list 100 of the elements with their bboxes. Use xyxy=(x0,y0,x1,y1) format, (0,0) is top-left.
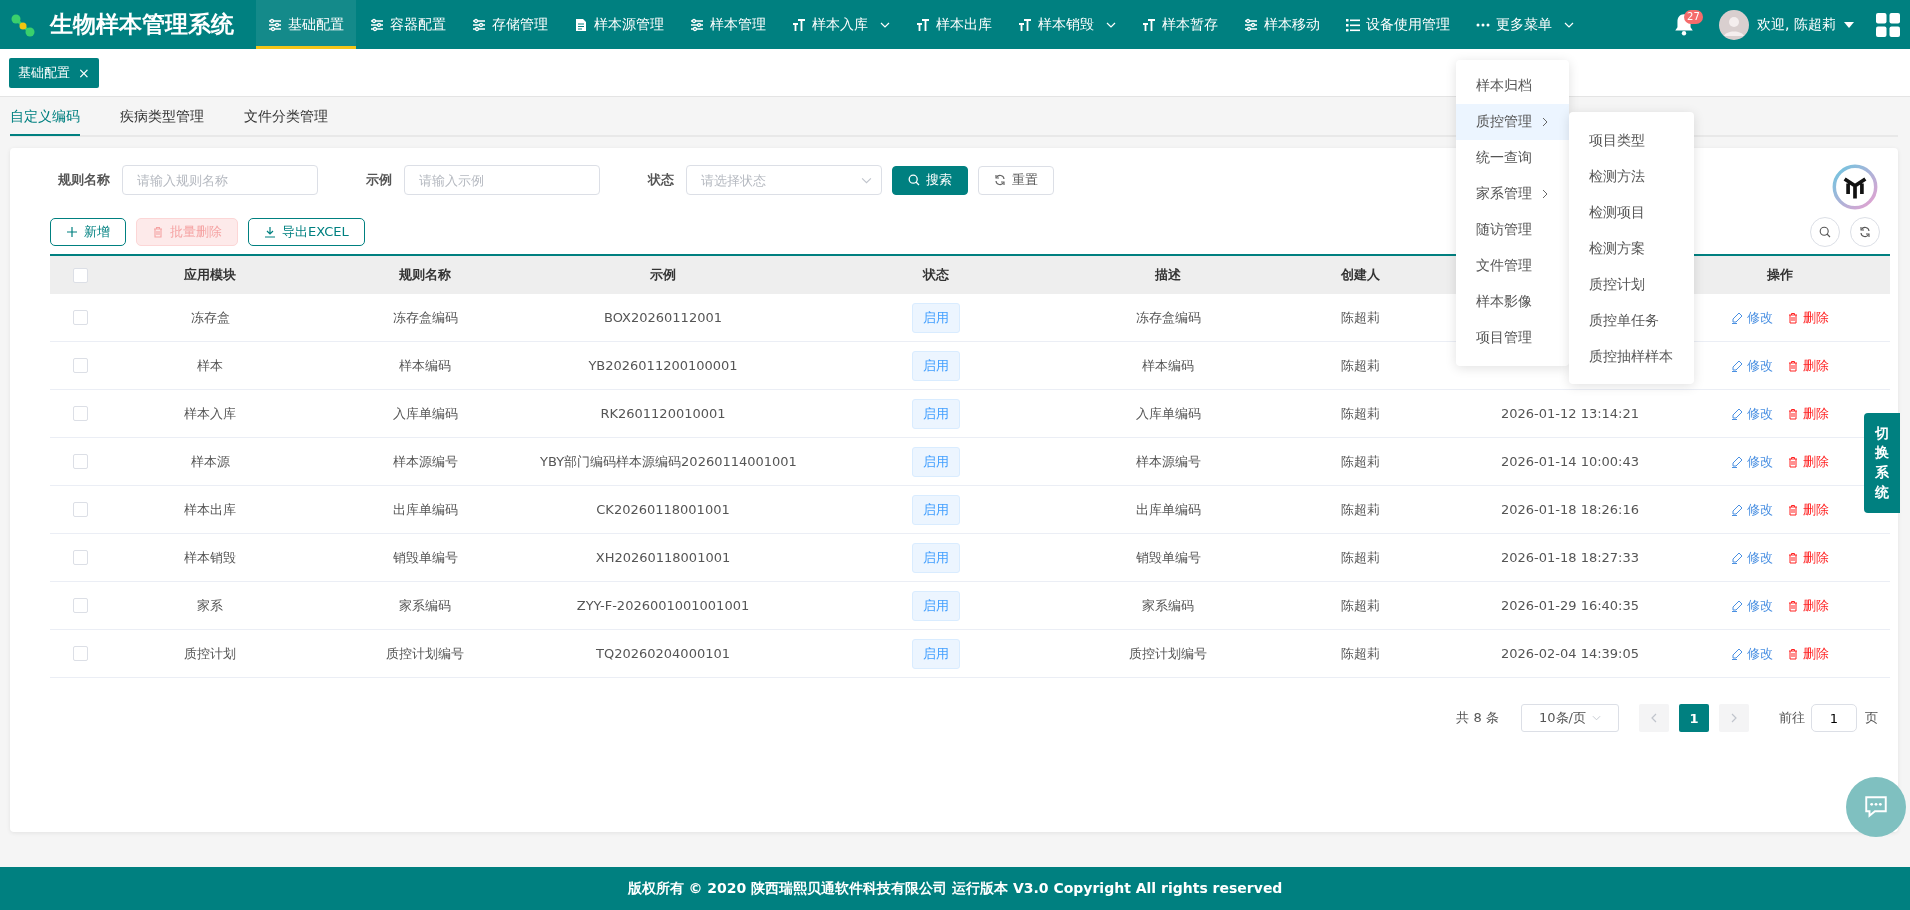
nav-item[interactable]: 样本移动 xyxy=(1232,0,1332,49)
edit-link[interactable]: 修改 xyxy=(1731,644,1773,663)
nav-item[interactable]: 设备使用管理 xyxy=(1334,0,1462,49)
chat-button[interactable] xyxy=(1846,777,1906,837)
open-page-tab[interactable]: 基础配置 × xyxy=(9,57,99,88)
column-header: 操作 xyxy=(1767,267,1793,282)
status-tag: 启用 xyxy=(912,638,960,669)
table-cell: 陈超莉 xyxy=(1340,309,1380,325)
sub-tab[interactable]: 疾病类型管理 xyxy=(120,98,204,136)
select-all-checkbox[interactable] xyxy=(72,267,88,283)
edit-link[interactable]: 修改 xyxy=(1731,356,1773,375)
next-page-button[interactable] xyxy=(1719,704,1749,732)
nav-item[interactable]: 更多菜单 xyxy=(1464,0,1586,49)
refresh-icon xyxy=(1859,226,1871,238)
menu-item[interactable]: 质控管理 xyxy=(1456,104,1569,140)
nav-item[interactable]: 样本暂存 xyxy=(1130,0,1230,49)
submenu-item[interactable]: 检测项目 xyxy=(1569,194,1694,230)
edit-link[interactable]: 修改 xyxy=(1731,596,1773,615)
delete-link[interactable]: 删除 xyxy=(1787,596,1829,615)
input-field[interactable]: 请输入示例 xyxy=(404,165,600,195)
table-cell: 陈超莉 xyxy=(1340,645,1380,661)
menu-item[interactable]: 样本影像 xyxy=(1456,284,1569,320)
menu-item[interactable]: 项目管理 xyxy=(1456,320,1569,356)
pencil-icon xyxy=(1731,359,1743,372)
y-logo-icon[interactable] xyxy=(1832,164,1878,210)
menu-item[interactable]: 样本归档 xyxy=(1456,68,1569,104)
delete-link[interactable]: 删除 xyxy=(1787,356,1829,375)
delete-link[interactable]: 删除 xyxy=(1787,452,1829,471)
status-tag: 启用 xyxy=(912,350,960,381)
status-tag: 启用 xyxy=(912,398,960,429)
submenu-item[interactable]: 质控单任务 xyxy=(1569,302,1694,338)
row-checkbox[interactable] xyxy=(72,550,88,565)
edit-link[interactable]: 修改 xyxy=(1731,308,1773,327)
nav-item[interactable]: 样本管理 xyxy=(678,0,778,49)
delete-link[interactable]: 删除 xyxy=(1787,308,1829,327)
table-cell: YB2026011200100001 xyxy=(588,358,738,373)
page-size-select[interactable]: 10条/页 xyxy=(1521,704,1619,732)
page-input[interactable]: 1 xyxy=(1811,704,1857,732)
nav-item[interactable]: 容器配置 xyxy=(358,0,458,49)
table-cell: YBY部门编码样本源编码20260114001001 xyxy=(540,453,797,469)
text-size-icon xyxy=(1018,17,1032,32)
menu-item[interactable]: 统一查询 xyxy=(1456,140,1569,176)
row-checkbox[interactable] xyxy=(72,598,88,613)
edit-link[interactable]: 修改 xyxy=(1731,500,1773,519)
status-tag: 启用 xyxy=(912,446,960,477)
table-cell: 质控计划编号 xyxy=(1129,645,1207,661)
edit-link[interactable]: 修改 xyxy=(1731,452,1773,471)
search-button[interactable]: 搜索 xyxy=(892,165,968,195)
edit-link[interactable]: 修改 xyxy=(1731,404,1773,423)
menu-item[interactable]: 文件管理 xyxy=(1456,248,1569,284)
trash-icon xyxy=(1787,311,1799,324)
edit-link[interactable]: 修改 xyxy=(1731,548,1773,567)
input-field[interactable]: 请输入规则名称 xyxy=(122,165,318,195)
page-number[interactable]: 1 xyxy=(1679,704,1709,732)
sliders-icon xyxy=(690,17,704,32)
user-greeting[interactable]: 欢迎, 陈超莉 xyxy=(1757,15,1836,34)
caret-down-icon[interactable] xyxy=(1844,21,1854,28)
filter-label: 示例 xyxy=(366,171,392,189)
row-checkbox[interactable] xyxy=(72,454,88,469)
row-checkbox[interactable] xyxy=(72,502,88,517)
nav-item[interactable]: 基础配置 xyxy=(256,0,356,49)
table-cell: 陈超莉 xyxy=(1340,549,1380,565)
previous-page-button[interactable] xyxy=(1639,704,1669,732)
submenu-item[interactable]: 项目类型 xyxy=(1569,122,1694,158)
row-checkbox[interactable] xyxy=(72,310,88,325)
export-button[interactable]: 导出EXCEL xyxy=(248,218,365,246)
nav-item[interactable]: 样本销毁 xyxy=(1006,0,1128,49)
close-icon[interactable]: × xyxy=(78,64,90,81)
delete-link[interactable]: 删除 xyxy=(1787,644,1829,663)
nav-item[interactable]: 样本出库 xyxy=(904,0,1004,49)
submenu-item[interactable]: 质控计划 xyxy=(1569,266,1694,302)
row-checkbox[interactable] xyxy=(72,406,88,421)
nav-item[interactable]: 样本入库 xyxy=(780,0,902,49)
submenu-item[interactable]: 检测方法 xyxy=(1569,158,1694,194)
sub-tab[interactable]: 自定义编码 xyxy=(10,98,80,136)
avatar-icon[interactable] xyxy=(1719,9,1750,40)
delete-link[interactable]: 删除 xyxy=(1787,404,1829,423)
status-select[interactable]: 请选择状态 xyxy=(686,165,882,195)
menu-item[interactable]: 随访管理 xyxy=(1456,212,1569,248)
app-title: 生物样本管理系统 xyxy=(50,10,234,39)
table-cell: 样本编码 xyxy=(1142,357,1194,373)
row-checkbox[interactable] xyxy=(72,358,88,373)
menu-item[interactable]: 家系管理 xyxy=(1456,176,1569,212)
delete-link[interactable]: 删除 xyxy=(1787,548,1829,567)
submenu-item[interactable]: 质控抽样样本 xyxy=(1569,338,1694,374)
sliders-icon xyxy=(1244,17,1258,32)
app-grid-icon[interactable] xyxy=(1876,12,1900,37)
nav-item[interactable]: 样本源管理 xyxy=(562,0,676,49)
sub-tab[interactable]: 文件分类管理 xyxy=(244,98,328,136)
add-button[interactable]: 新增 xyxy=(50,218,126,246)
submenu-item[interactable]: 检测方案 xyxy=(1569,230,1694,266)
switch-system-button[interactable]: 切换系统 xyxy=(1864,413,1900,513)
nav-item[interactable]: 存储管理 xyxy=(460,0,560,49)
row-checkbox[interactable] xyxy=(72,646,88,661)
trash-icon xyxy=(152,226,164,238)
table-cell: 冻存盒 xyxy=(190,309,230,325)
status-tag: 启用 xyxy=(912,542,960,573)
delete-link[interactable]: 删除 xyxy=(1787,500,1829,519)
reset-button[interactable]: 重置 xyxy=(978,165,1054,195)
table-cell: 样本编码 xyxy=(399,357,451,373)
